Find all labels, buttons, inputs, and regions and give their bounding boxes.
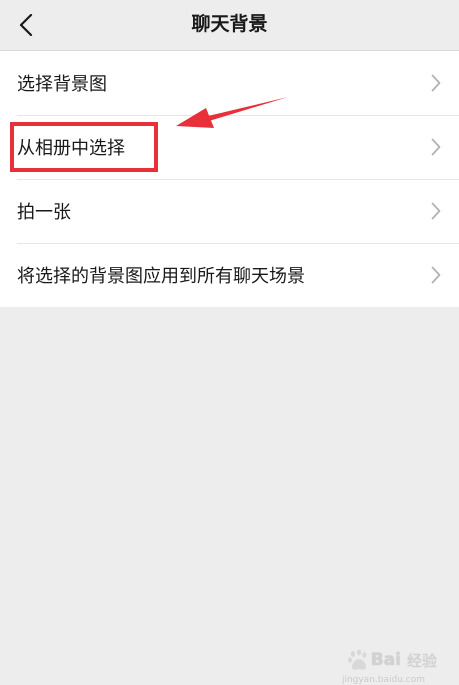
menu-item-take-photo[interactable]: 拍一张 [0,179,459,243]
page-title: 聊天背景 [191,13,268,35]
settings-list: 选择背景图 从相册中选择 拍一张 将选择的背景图应用到所有聊天场景 [0,51,459,307]
menu-item-apply-to-all-chats[interactable]: 将选择的背景图应用到所有聊天场景 [0,243,459,307]
paw-icon [347,649,367,670]
watermark-text: Bai [370,650,401,670]
watermark-url: jingyan.baidu.com [341,675,425,685]
chevron-right-icon [431,202,441,220]
menu-item-label: 从相册中选择 [17,138,125,159]
watermark-suffix: 经验 [406,651,437,670]
menu-item-label: 将选择的背景图应用到所有聊天场景 [17,266,305,287]
chevron-right-icon [431,266,441,284]
menu-item-label: 选择背景图 [17,74,107,95]
chevron-right-icon [431,138,441,156]
nav-bar: 聊天背景 [0,0,459,51]
baidu-watermark: Bai 经验 [347,649,437,671]
menu-item-label: 拍一张 [17,202,71,223]
chevron-right-icon [431,74,441,92]
menu-item-choose-from-album[interactable]: 从相册中选择 [0,115,459,179]
menu-item-choose-background[interactable]: 选择背景图 [0,51,459,115]
